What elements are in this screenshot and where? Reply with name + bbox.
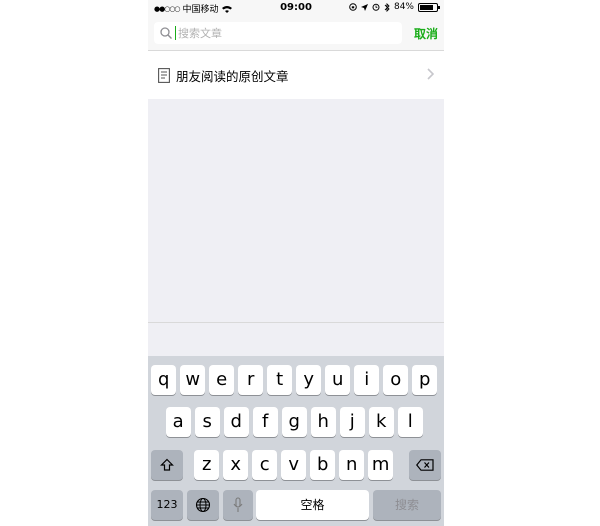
key-g[interactable]: g <box>281 407 307 437</box>
key-m[interactable]: m <box>368 450 394 480</box>
status-bar: ●●○○○ 中国移动 09:00 84% <box>148 0 444 16</box>
search-icon <box>160 27 172 39</box>
key-y[interactable]: y <box>296 365 322 395</box>
keyboard: qwertyuiop asdfghjkl zxcvbnm 123 空格 搜索 <box>148 356 444 526</box>
list-item-label: 朋友阅读的原创文章 <box>176 68 289 84</box>
cancel-button[interactable]: 取消 <box>414 25 438 42</box>
key-d[interactable]: d <box>223 407 249 437</box>
document-icon <box>158 67 170 83</box>
key-q[interactable]: q <box>151 365 177 395</box>
delete-key[interactable] <box>409 450 441 480</box>
key-n[interactable]: n <box>339 450 365 480</box>
key-j[interactable]: j <box>339 407 365 437</box>
location-arrow-icon <box>360 3 368 11</box>
key-s[interactable]: s <box>194 407 220 437</box>
key-w[interactable]: w <box>180 365 206 395</box>
space-key[interactable]: 空格 <box>256 490 369 520</box>
key-b[interactable]: b <box>310 450 336 480</box>
search-input[interactable] <box>176 26 378 40</box>
divider <box>148 322 444 323</box>
key-u[interactable]: u <box>325 365 351 395</box>
key-p[interactable]: p <box>412 365 438 395</box>
phone-screen: ●●○○○ 中国移动 09:00 84% 搜索文章 取消 朋友阅读的原创文章 q… <box>148 0 444 526</box>
globe-key[interactable] <box>187 490 219 520</box>
shift-icon <box>160 458 174 471</box>
orientation-lock-icon <box>349 3 357 11</box>
key-o[interactable]: o <box>383 365 409 395</box>
key-v[interactable]: v <box>281 450 307 480</box>
battery-percent: 84% <box>393 2 414 12</box>
key-x[interactable]: x <box>223 450 249 480</box>
key-c[interactable]: c <box>252 450 278 480</box>
key-z[interactable]: z <box>194 450 220 480</box>
search-bar: 取消 <box>148 16 444 51</box>
numbers-key[interactable]: 123 <box>151 490 183 520</box>
shift-key[interactable] <box>151 450 183 480</box>
chevron-right-icon <box>427 68 434 80</box>
key-k[interactable]: k <box>368 407 394 437</box>
delete-icon <box>416 459 434 471</box>
alarm-icon <box>372 3 380 11</box>
list-item-original-articles[interactable]: 朋友阅读的原创文章 <box>148 51 444 99</box>
key-f[interactable]: f <box>252 407 278 437</box>
search-key[interactable]: 搜索 <box>373 490 441 520</box>
key-l[interactable]: l <box>397 407 423 437</box>
key-i[interactable]: i <box>354 365 380 395</box>
key-a[interactable]: a <box>165 407 191 437</box>
battery-fill <box>420 4 434 10</box>
key-e[interactable]: e <box>209 365 235 395</box>
bluetooth-icon <box>384 2 390 12</box>
key-h[interactable]: h <box>310 407 336 437</box>
battery-icon <box>418 2 440 12</box>
microphone-icon <box>233 497 243 512</box>
key-r[interactable]: r <box>238 365 264 395</box>
microphone-key[interactable] <box>223 490 253 520</box>
search-box[interactable] <box>154 22 402 44</box>
key-t[interactable]: t <box>267 365 293 395</box>
globe-icon <box>195 497 211 513</box>
